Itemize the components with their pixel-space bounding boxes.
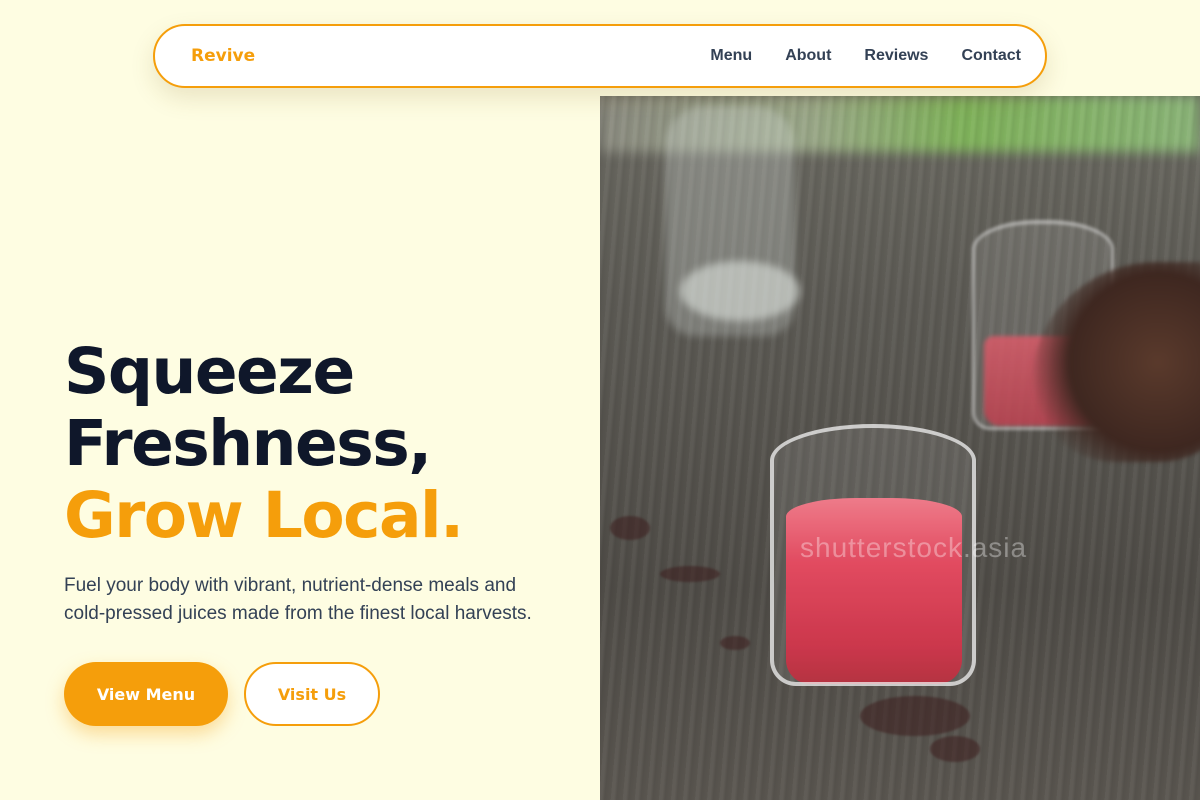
spill-drop	[720, 636, 750, 650]
cta-row: View Menu Visit Us	[64, 662, 564, 726]
nav-link-contact[interactable]: Contact	[961, 47, 1021, 65]
hero-subtext: Fuel your body with vibrant, nutrient-de…	[64, 575, 532, 624]
spill-drop	[610, 516, 650, 540]
nav-link-menu[interactable]: Menu	[710, 47, 752, 65]
hero-text: Squeeze Freshness, Grow Local. Fuel your…	[64, 336, 564, 726]
brand-logo[interactable]: Revive	[191, 46, 255, 66]
navbar: Revive Menu About Reviews Contact	[153, 24, 1047, 88]
view-menu-button[interactable]: View Menu	[64, 662, 228, 726]
headline-line-1: Squeeze	[64, 335, 355, 408]
nav-links: Menu About Reviews Contact	[710, 47, 1021, 65]
spill-drop	[860, 696, 970, 736]
spill-drop	[660, 566, 720, 582]
bottle-cap-shape	[680, 261, 800, 321]
nav-link-about[interactable]: About	[785, 47, 831, 65]
page: Revive Menu About Reviews Contact Squeez…	[0, 0, 1200, 800]
image-watermark: shutterstock.asia	[800, 532, 1028, 563]
headline-line-2: Freshness,	[64, 407, 432, 480]
hero-headline: Squeeze Freshness, Grow Local.	[64, 336, 564, 552]
spill-drop	[930, 736, 980, 762]
nav-link-reviews[interactable]: Reviews	[864, 47, 928, 65]
hero-image: shutterstock.asia	[600, 96, 1200, 800]
headline-accent: Grow Local.	[64, 479, 464, 552]
visit-us-button[interactable]: Visit Us	[244, 662, 380, 726]
